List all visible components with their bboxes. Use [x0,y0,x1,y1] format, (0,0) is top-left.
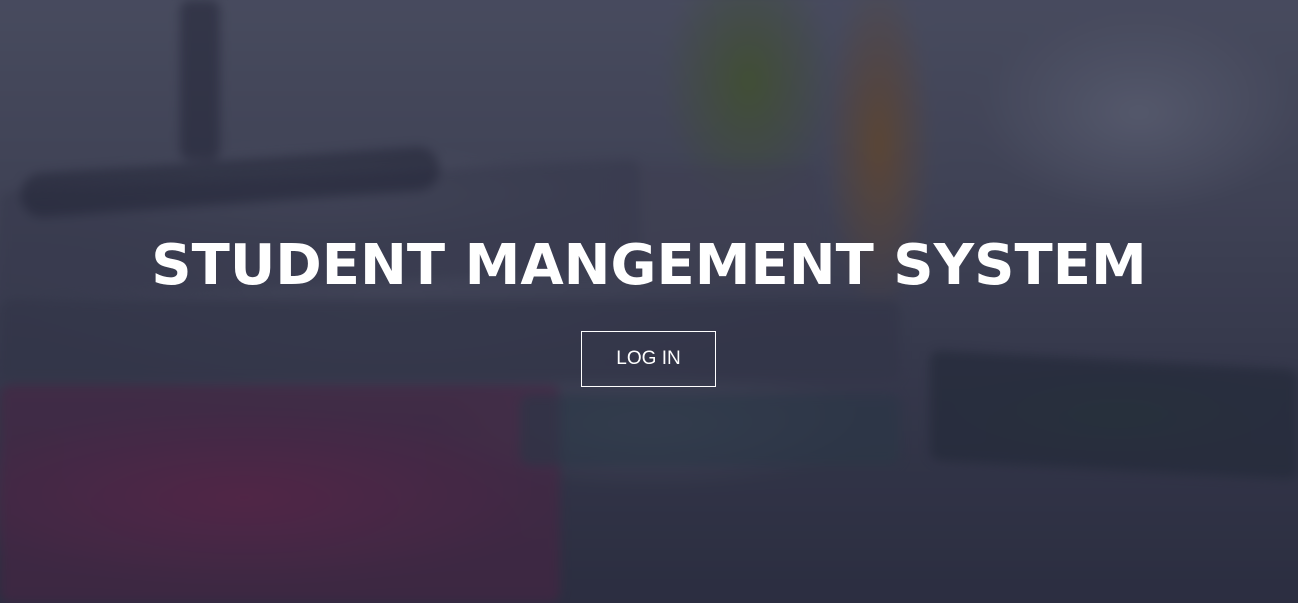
page-title: STUDENT MANGEMENT SYSTEM [151,233,1147,298]
hero-section: STUDENT MANGEMENT SYSTEM LOG IN [0,0,1298,603]
login-button[interactable]: LOG IN [581,331,716,387]
